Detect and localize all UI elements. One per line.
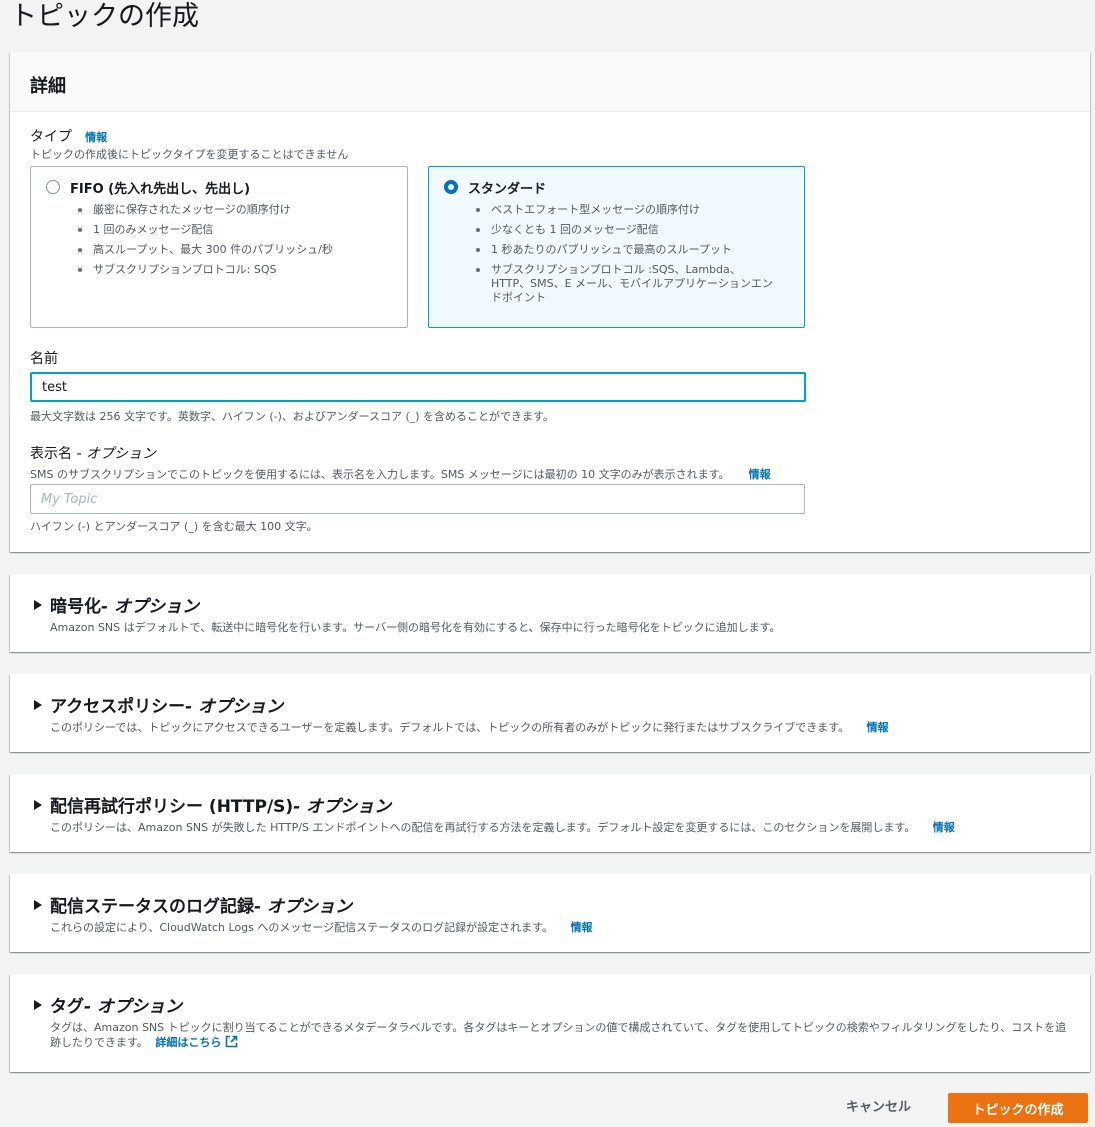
retry-policy-desc-text: このポリシーは、Amazon SNS が失敗した HTTP/S エンドポイントへ… — [50, 821, 916, 834]
type-label-row: タイプ 情報 — [30, 126, 107, 146]
fifo-feature-list: 厳密に保存されたメッセージの順序付け 1 回のみメッセージ配信 高スループット、… — [75, 203, 395, 283]
logging-description: これらの設定により、CloudWatch Logs へのメッセージ配信ステータス… — [50, 920, 593, 935]
external-link-icon — [226, 1035, 238, 1048]
list-item: ベストエフォート型メッセージの順序付け — [473, 203, 779, 217]
retry-policy-section: 配信再試行ポリシー (HTTP/S) - オプション このポリシーは、Amazo… — [10, 774, 1090, 852]
create-topic-button[interactable]: トピックの作成 — [948, 1093, 1088, 1123]
caret-right-icon — [34, 899, 42, 910]
encryption-description: Amazon SNS はデフォルトで、転送中に暗号化を行います。サーバー側の暗号… — [50, 620, 781, 635]
encryption-toggle[interactable]: 暗号化 - オプション — [34, 592, 199, 617]
display-name-label-row: 表示名 - オプション — [30, 443, 156, 463]
display-name-input[interactable] — [30, 484, 805, 514]
details-panel: 詳細 タイプ 情報 トピックの作成後にトピックタイプを変更することはできません … — [10, 52, 1090, 552]
details-header: 詳細 — [10, 52, 1090, 112]
access-policy-section: アクセスポリシー - オプション このポリシーでは、トピックにアクセスできるユー… — [10, 674, 1090, 752]
retry-policy-description: このポリシーは、Amazon SNS が失敗した HTTP/S エンドポイントへ… — [50, 820, 955, 835]
caret-right-icon — [34, 799, 42, 810]
retry-policy-title: 配信再試行ポリシー (HTTP/S) — [50, 797, 294, 817]
fifo-radio[interactable] — [46, 180, 60, 194]
logging-toggle[interactable]: 配信ステータスのログ記録 - オプション — [34, 892, 352, 917]
logging-desc-text: これらの設定により、CloudWatch Logs へのメッセージ配信ステータス… — [50, 921, 554, 934]
encryption-optional: - オプション — [101, 597, 199, 617]
access-policy-info-link[interactable]: 情報 — [867, 721, 889, 734]
access-policy-toggle[interactable]: アクセスポリシー - オプション — [34, 692, 283, 717]
encryption-desc-text: Amazon SNS はデフォルトで、転送中に暗号化を行います。サーバー側の暗号… — [50, 621, 781, 634]
display-name-label: 表示名 — [30, 446, 72, 462]
caret-right-icon — [34, 699, 42, 710]
name-input[interactable] — [30, 372, 806, 402]
display-name-optional: - オプション — [72, 446, 156, 462]
display-name-hint: ハイフン (-) とアンダースコア (_) を含む最大 100 文字。 — [30, 520, 318, 533]
type-description: トピックの作成後にトピックタイプを変更することはできません — [30, 148, 349, 161]
tags-learn-more-label: 詳細はこちら — [155, 1036, 222, 1049]
list-item: 厳密に保存されたメッセージの順序付け — [75, 203, 395, 217]
fifo-type-tile[interactable]: FIFO (先入れ先出し、先出し) 厳密に保存されたメッセージの順序付け 1 回… — [30, 166, 408, 328]
type-info-link[interactable]: 情報 — [85, 131, 107, 144]
access-policy-title: アクセスポリシー — [50, 697, 186, 717]
retry-policy-info-link[interactable]: 情報 — [933, 821, 955, 834]
logging-optional: - オプション — [254, 897, 352, 917]
access-policy-desc-text: このポリシーでは、トピックにアクセスできるユーザーを定義します。デフォルトでは、… — [50, 721, 850, 734]
access-policy-description: このポリシーでは、トピックにアクセスできるユーザーを定義します。デフォルトでは、… — [50, 720, 889, 735]
tags-description: タグは、Amazon SNS トピックに割り当てることができるメタデータラベルで… — [50, 1020, 1070, 1050]
tags-title: タグ — [50, 997, 84, 1017]
standard-type-tile[interactable]: スタンダード ベストエフォート型メッセージの順序付け 少なくとも 1 回のメッセ… — [428, 166, 805, 328]
logging-info-link[interactable]: 情報 — [571, 921, 593, 934]
name-label: 名前 — [30, 351, 58, 367]
standard-feature-list: ベストエフォート型メッセージの順序付け 少なくとも 1 回のメッセージ配信 1 … — [473, 203, 779, 311]
list-item: 少なくとも 1 回のメッセージ配信 — [473, 223, 779, 237]
list-item: 高スループット、最大 300 件のパブリッシュ/秒 — [75, 243, 395, 257]
standard-radio[interactable] — [444, 180, 458, 194]
display-name-desc-row: SMS のサブスクリプションでこのトピックを使用するには、表示名を入力します。S… — [30, 463, 771, 482]
list-item: 1 回のみメッセージ配信 — [75, 223, 395, 237]
retry-policy-optional: - オプション — [293, 797, 392, 817]
page-title: トピックの作成 — [10, 1, 199, 32]
access-policy-optional: - オプション — [185, 697, 284, 717]
type-label: タイプ — [30, 129, 72, 145]
retry-policy-toggle[interactable]: 配信再試行ポリシー (HTTP/S) - オプション — [34, 792, 391, 817]
caret-right-icon — [34, 999, 42, 1010]
fifo-title: FIFO (先入れ先出し、先出し) — [70, 182, 251, 197]
tags-section: タグ - オプション タグは、Amazon SNS トピックに割り当てることがで… — [10, 974, 1090, 1072]
caret-right-icon — [34, 599, 42, 610]
name-hint: 最大文字数は 256 文字です。英数字、ハイフン (-)、およびアンダースコア … — [30, 410, 554, 423]
encryption-title: 暗号化 — [50, 597, 101, 617]
display-name-description: SMS のサブスクリプションでこのトピックを使用するには、表示名を入力します。S… — [30, 468, 730, 481]
list-item: サブスクリプションプロトコル :SQS、Lambda、HTTP、SMS、E メー… — [473, 263, 779, 305]
list-item: 1 秒あたりのパブリッシュで最高のスループット — [473, 243, 779, 257]
logging-title: 配信ステータスのログ記録 — [50, 897, 254, 917]
display-name-info-link[interactable]: 情報 — [749, 468, 771, 481]
cancel-button[interactable]: キャンセル — [836, 1093, 921, 1123]
encryption-section: 暗号化 - オプション Amazon SNS はデフォルトで、転送中に暗号化を行… — [10, 574, 1090, 652]
tags-optional: - オプション — [84, 997, 182, 1017]
logging-section: 配信ステータスのログ記録 - オプション これらの設定により、CloudWatc… — [10, 874, 1090, 952]
list-item: サブスクリプションプロトコル: SQS — [75, 263, 395, 277]
tags-toggle[interactable]: タグ - オプション — [34, 992, 182, 1017]
standard-title: スタンダード — [468, 182, 547, 197]
tags-learn-more-link[interactable]: 詳細はこちら — [155, 1035, 238, 1049]
